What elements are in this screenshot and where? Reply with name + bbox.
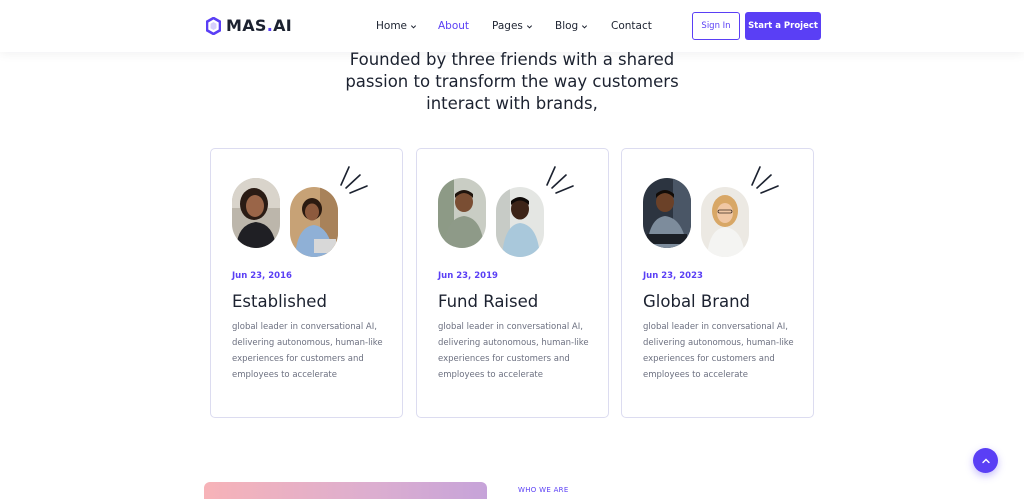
nav-about-label: About (438, 20, 470, 32)
card-description: global leader in conversational AI, deli… (438, 322, 589, 380)
sign-in-button[interactable]: Sign In (692, 12, 740, 40)
card-description: global leader in conversational AI, deli… (232, 322, 383, 380)
card-description: global leader in conversational AI, deli… (643, 322, 794, 380)
founder-photo (701, 187, 749, 257)
scroll-to-top-button[interactable] (973, 448, 998, 473)
nav-blog-label: Blog (555, 20, 579, 32)
card-photos (643, 166, 783, 265)
burst-lines-icon (751, 166, 779, 194)
milestone-card: Jun 23, 2019 Fund Raised global leader i… (416, 148, 609, 418)
founder-photo (496, 187, 544, 257)
founder-photo (643, 178, 691, 248)
card-photos (438, 166, 578, 265)
milestone-card: Jun 23, 2016 Established global leader i… (210, 148, 403, 418)
nav-home-label: Home (376, 20, 408, 32)
site-header: MAS.AI Home About Pages Blog Contact Sig… (0, 0, 1024, 52)
card-date: Jun 23, 2016 (232, 271, 292, 281)
nav-pages[interactable]: Pages (492, 20, 533, 32)
founder-photo (232, 178, 280, 248)
founder-photo (290, 187, 338, 257)
card-date: Jun 23, 2019 (438, 271, 498, 281)
about-image-panel (204, 482, 487, 499)
chevron-up-icon (981, 458, 990, 463)
logo[interactable]: MAS.AI (206, 16, 292, 35)
chevron-down-icon (410, 24, 417, 28)
chevron-down-icon (526, 24, 532, 28)
start-project-button[interactable]: Start a Project (745, 12, 821, 40)
nav-home[interactable]: Home (376, 20, 417, 32)
card-photos (232, 166, 372, 265)
nav-contact[interactable]: Contact (611, 20, 652, 32)
milestone-card: Jun 23, 2023 Global Brand global leader … (621, 148, 814, 418)
card-title: Global Brand (643, 292, 751, 311)
card-title: Established (232, 292, 327, 311)
card-title: Fund Raised (438, 292, 539, 311)
card-date: Jun 23, 2023 (643, 271, 703, 281)
hexagon-logo-icon (206, 16, 221, 35)
logo-text: MAS.AI (226, 16, 293, 35)
nav-contact-label: Contact (611, 20, 652, 32)
nav-about[interactable]: About (438, 20, 469, 32)
burst-lines-icon (546, 166, 574, 194)
nav-blog[interactable]: Blog (555, 20, 588, 32)
page-headline: Founded by three friends with a shared p… (345, 50, 679, 113)
chevron-down-icon (582, 24, 588, 28)
nav-pages-label: Pages (492, 20, 523, 32)
section-eyebrow: WHO WE ARE (518, 486, 569, 494)
founder-photo (438, 178, 486, 248)
burst-lines-icon (340, 166, 368, 194)
